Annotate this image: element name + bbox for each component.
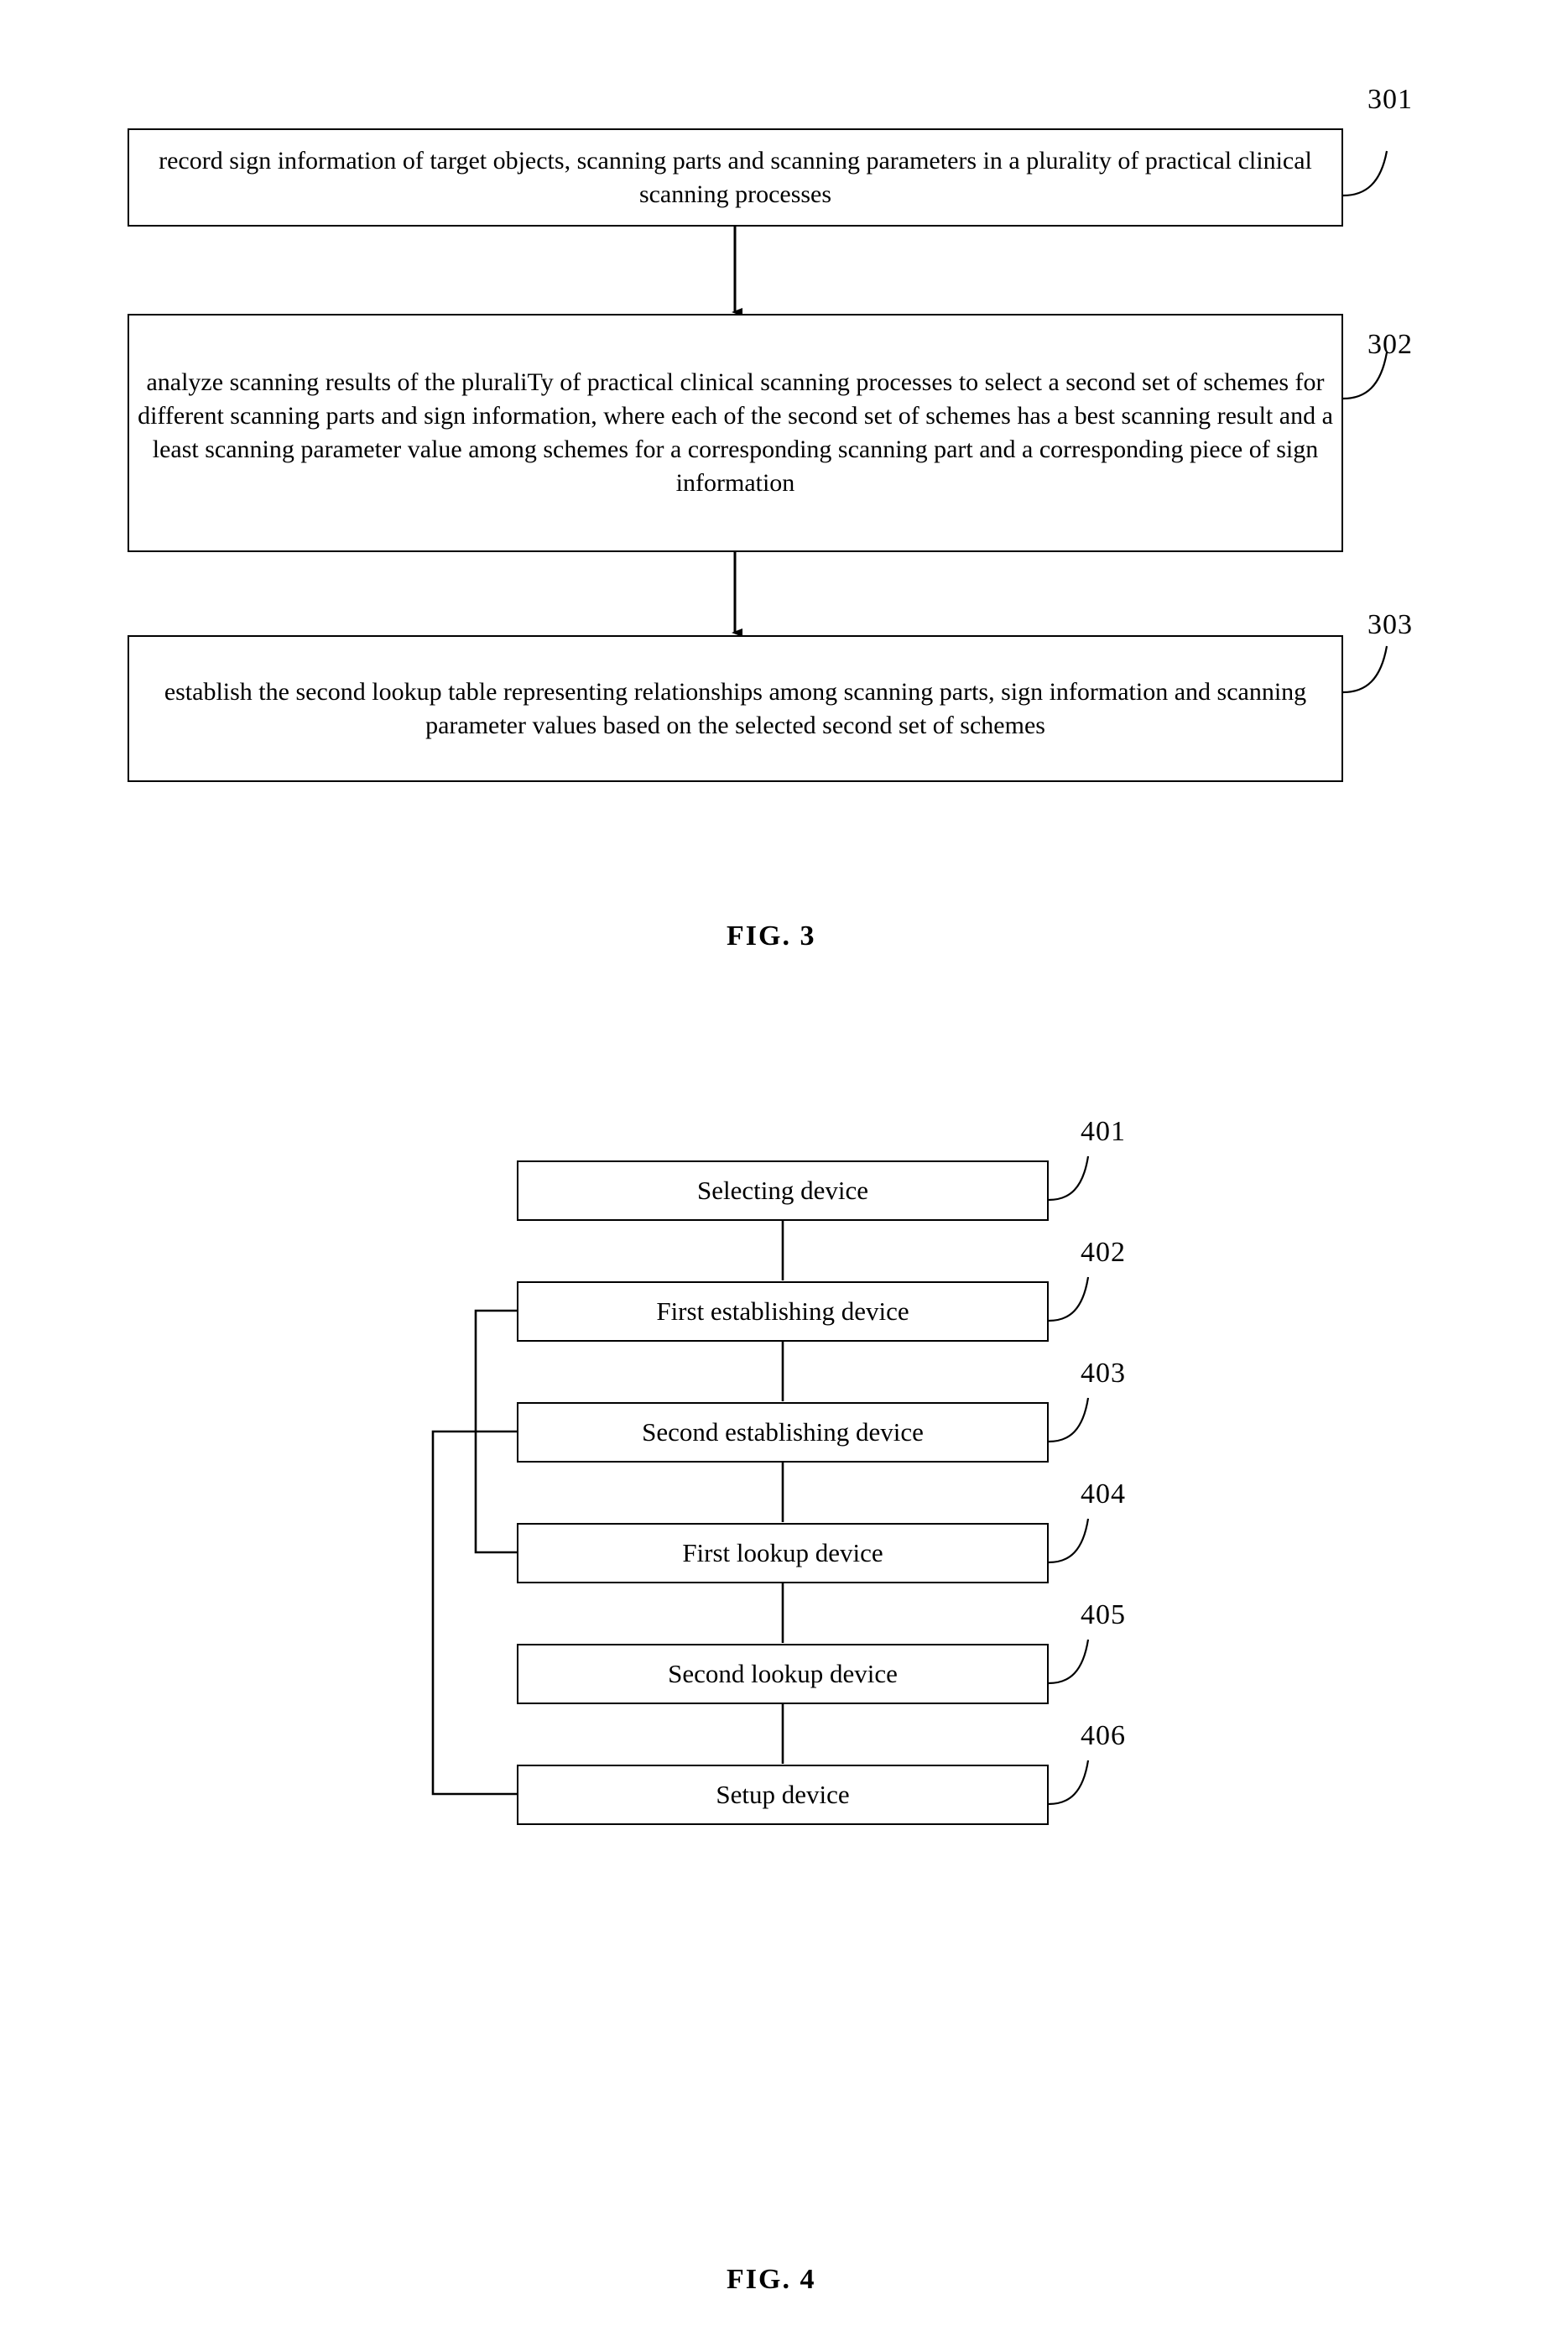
fig4-block-label-401: Selecting device — [697, 1175, 868, 1205]
fig4-ref-401: 401 — [1081, 1116, 1126, 1147]
fig4-ref-402: 402 — [1081, 1237, 1126, 1268]
fig4-block-405: Second lookup device — [517, 1644, 1049, 1704]
fig3-step-box-302: analyze scanning results of the pluraliT… — [128, 314, 1343, 552]
fig3-ref-302: 302 — [1367, 329, 1413, 360]
leader-line-404 — [1048, 1518, 1090, 1564]
fig3-step-text-301: record sign information of target object… — [159, 146, 1312, 208]
fig4-block-label-403: Second establishing device — [642, 1416, 924, 1447]
fig3-step-box-301: record sign information of target object… — [128, 128, 1343, 227]
fig4-ref-403: 403 — [1081, 1358, 1126, 1389]
fig3-step-text-303: establish the second lookup table repres… — [164, 677, 1307, 739]
fig4-block-label-404: First lookup device — [682, 1537, 883, 1567]
fig4-ref-406: 406 — [1081, 1720, 1126, 1751]
fig4-block-404: First lookup device — [517, 1523, 1049, 1583]
fig3-ref-301: 301 — [1367, 84, 1413, 115]
fig3-step-box-303: establish the second lookup table repres… — [128, 635, 1343, 782]
fig4-block-403: Second establishing device — [517, 1402, 1049, 1463]
fig4-ref-404: 404 — [1081, 1478, 1126, 1510]
fig4-block-label-406: Setup device — [716, 1779, 850, 1809]
fig4-bracket-402-404 — [474, 1309, 518, 1554]
fig4-block-406: Setup device — [517, 1765, 1049, 1825]
leader-line-403 — [1048, 1397, 1090, 1443]
fig4-block-401: Selecting device — [517, 1160, 1049, 1221]
fig4-block-label-405: Second lookup device — [668, 1658, 898, 1688]
leader-line-405 — [1048, 1639, 1090, 1685]
leader-line-406 — [1048, 1760, 1090, 1806]
fig4-block-label-402: First establishing device — [656, 1296, 909, 1326]
fig4-ref-405: 405 — [1081, 1599, 1126, 1630]
leader-line-401 — [1048, 1155, 1090, 1202]
leader-line-301 — [1342, 150, 1388, 197]
leader-line-402 — [1048, 1276, 1090, 1322]
fig4-caption: FIG. 4 — [727, 2264, 816, 2295]
leader-line-303 — [1342, 645, 1388, 694]
fig3-caption: FIG. 3 — [727, 920, 816, 952]
fig3-ref-303: 303 — [1367, 609, 1413, 640]
fig4-bracket-403-405 — [431, 1430, 518, 1796]
fig3-step-text-302: analyze scanning results of the pluraliT… — [138, 368, 1333, 497]
patent-drawing-sheet: record sign information of target object… — [0, 0, 1568, 2331]
fig4-block-402: First establishing device — [517, 1281, 1049, 1342]
